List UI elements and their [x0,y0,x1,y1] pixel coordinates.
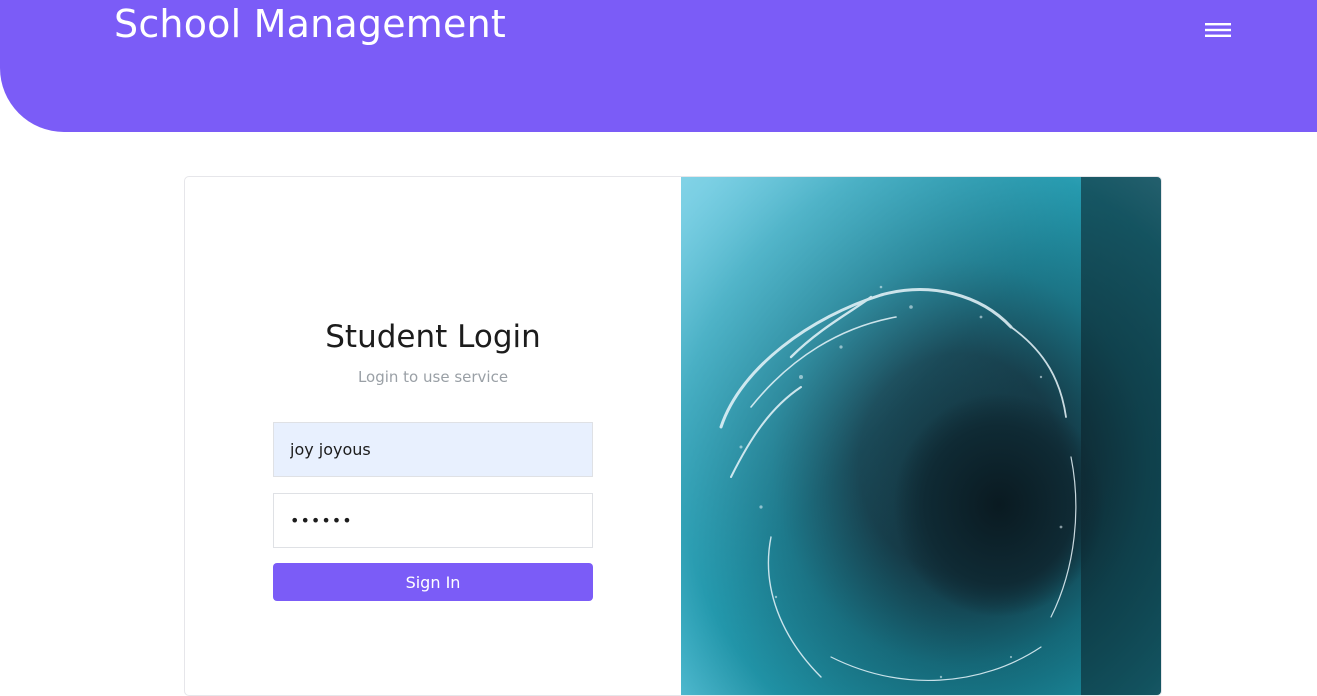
brand-title: School Management [114,2,506,46]
login-form-panel: Student Login Login to use service Sign … [185,177,681,695]
login-title: Student Login [325,319,541,355]
hamburger-menu-button[interactable] [1200,16,1236,44]
hamburger-menu-icon [1205,23,1231,37]
top-header: School Management [0,0,1317,132]
login-subtitle: Login to use service [357,368,509,386]
username-input[interactable] [273,422,593,477]
password-input[interactable] [273,493,593,548]
login-card: Student Login Login to use service Sign … [184,176,1162,696]
ocean-wave-photo [681,177,1161,695]
sign-in-button[interactable]: Sign In [273,563,593,601]
